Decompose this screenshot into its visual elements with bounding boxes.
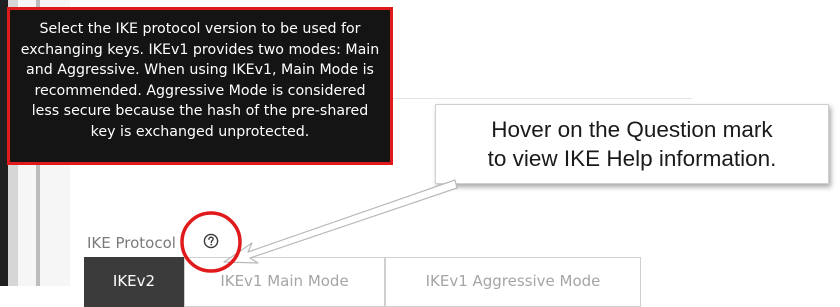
ike-protocol-label: IKE Protocol (87, 234, 176, 252)
tooltip-line: and Aggressive. When using IKEv1, Main M… (26, 62, 374, 79)
ike-protocol-selector: IKEv2 IKEv1 Main Mode IKEv1 Aggressive M… (84, 257, 641, 307)
question-circle-icon-glyph (203, 233, 219, 249)
callout-line: to view IKE Help information. (487, 146, 777, 171)
option-ikev1-aggressive-mode[interactable]: IKEv1 Aggressive Mode (385, 257, 641, 307)
callout-line: Hover on the Question mark (491, 117, 773, 142)
tooltip-line: key is exchanged unprotected. (90, 123, 310, 140)
tooltip-line: less secure because the hash of the pre-… (31, 103, 369, 120)
question-circle-icon[interactable] (203, 233, 219, 249)
tooltip-line: exchanging keys. IKEv1 provides two mode… (20, 41, 380, 58)
tooltip-line: recommended. Aggressive Mode is consider… (34, 82, 366, 99)
annotation-callout: Hover on the Question mark to view IKE H… (435, 104, 829, 184)
option-ikev2[interactable]: IKEv2 (84, 257, 184, 307)
ike-help-tooltip: Select the IKE protocol version to be us… (7, 7, 393, 165)
option-ikev1-main-mode[interactable]: IKEv1 Main Mode (184, 257, 385, 307)
tooltip-line: Select the IKE protocol version to be us… (39, 21, 361, 37)
